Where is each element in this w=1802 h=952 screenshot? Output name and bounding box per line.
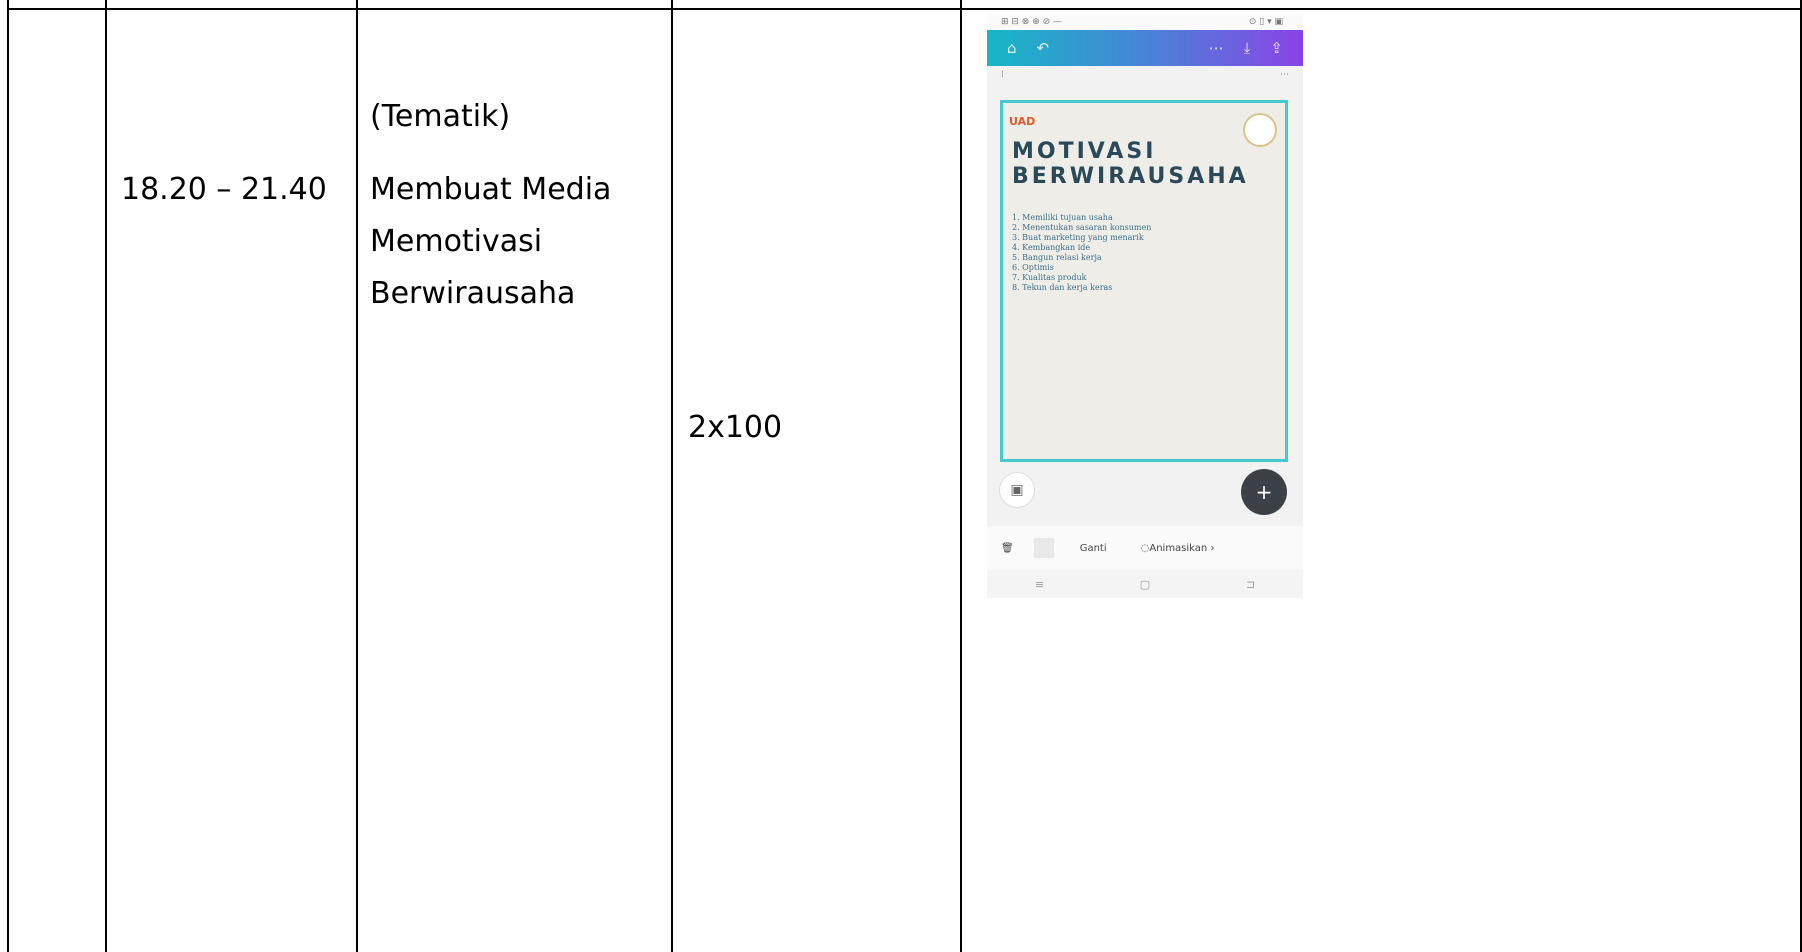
card-title-line-2: BERWIRAUSAHA: [1012, 164, 1249, 189]
home-nav-icon[interactable]: ▢: [1140, 578, 1150, 591]
animate-icon[interactable]: ◌: [1141, 543, 1150, 554]
page-indicator-icon: ⁞: [1001, 70, 1004, 80]
color-swatch[interactable]: [1033, 538, 1054, 558]
activity-line-3: Berwirausaha: [370, 276, 576, 311]
motivation-list: 1. Memiliki tujuan usaha 2. Menentukan s…: [1012, 213, 1280, 293]
editor-toolbar: ⌂ ↶ ⋯ ⤓ ⇪: [987, 30, 1303, 66]
list-item: 1. Memiliki tujuan usaha: [1012, 213, 1113, 222]
list-item: 5. Bangun relasi kerja: [1012, 253, 1102, 262]
back-icon[interactable]: ⊐: [1246, 578, 1255, 591]
page-menu-icon[interactable]: ⋯: [1280, 70, 1289, 80]
home-icon[interactable]: ⌂: [1007, 39, 1017, 57]
volume-cell: 2x100: [688, 410, 783, 445]
card-title: MOTIVASI BERWIRAUSAHA: [1012, 139, 1249, 189]
menu-icon[interactable]: ≡: [1035, 578, 1044, 591]
table-border-col2: [356, 0, 358, 952]
design-page-card[interactable]: UAD MOTIVASI BERWIRAUSAHA 1. Memiliki tu…: [1000, 100, 1288, 462]
table-border-col4: [960, 0, 962, 952]
activity-line-2: Memotivasi: [370, 224, 543, 259]
list-item: 4. Kembangkan ide: [1012, 243, 1091, 252]
undo-icon[interactable]: ↶: [1037, 39, 1050, 57]
status-icons-left: ⊞ ⊟ ⊗ ⊕ ⊘ —: [1001, 17, 1063, 27]
ganti-button[interactable]: Ganti: [1080, 543, 1107, 554]
page-thumbnail-button[interactable]: ▣: [999, 472, 1035, 508]
page-sub-bar: ⁞ ⋯: [987, 66, 1303, 84]
activity-line-1: Membuat Media: [370, 172, 612, 207]
card-title-line-1: MOTIVASI: [1012, 139, 1157, 164]
table-border-col3: [671, 0, 673, 952]
table-top-border: [7, 8, 1802, 10]
more-icon[interactable]: ⋯: [1209, 39, 1224, 57]
table-border-col1: [105, 0, 107, 952]
trash-icon[interactable]: 🗑: [1001, 543, 1014, 554]
time-cell: 18.20 – 21.40: [121, 172, 327, 207]
list-item: 3. Buat marketing yang menarik: [1012, 233, 1144, 242]
phone-screenshot: ⊞ ⊟ ⊗ ⊕ ⊘ — ⊙ ▯ ▾ ▣ ⌂ ↶ ⋯ ⤓ ⇪ ⁞ ⋯ UAD MO…: [987, 14, 1303, 598]
status-icons-right: ⊙ ▯ ▾ ▣: [1248, 17, 1283, 27]
editor-bottom-bar: 🗑 Ganti ◌ Animasikan ›: [987, 526, 1303, 570]
animasikan-button[interactable]: Animasikan: [1149, 543, 1207, 554]
add-button[interactable]: +: [1241, 469, 1287, 515]
chevron-right-icon[interactable]: ›: [1207, 543, 1214, 554]
list-item: 8. Tekun dan kerja keras: [1012, 283, 1113, 292]
table-border-left: [7, 0, 9, 952]
list-item: 7. Kualitas produk: [1012, 273, 1087, 282]
download-icon[interactable]: ⤓: [1244, 39, 1251, 57]
share-icon[interactable]: ⇪: [1270, 39, 1283, 57]
android-nav-bar: ≡ ▢ ⊐: [987, 570, 1303, 598]
activity-category: (Tematik): [370, 99, 511, 134]
list-item: 6. Optimis: [1012, 263, 1054, 272]
phone-status-bar: ⊞ ⊟ ⊗ ⊕ ⊘ — ⊙ ▯ ▾ ▣: [987, 14, 1303, 30]
list-item: 2. Menentukan sasaran konsumen: [1012, 223, 1152, 232]
uad-logo: UAD: [1009, 115, 1036, 128]
